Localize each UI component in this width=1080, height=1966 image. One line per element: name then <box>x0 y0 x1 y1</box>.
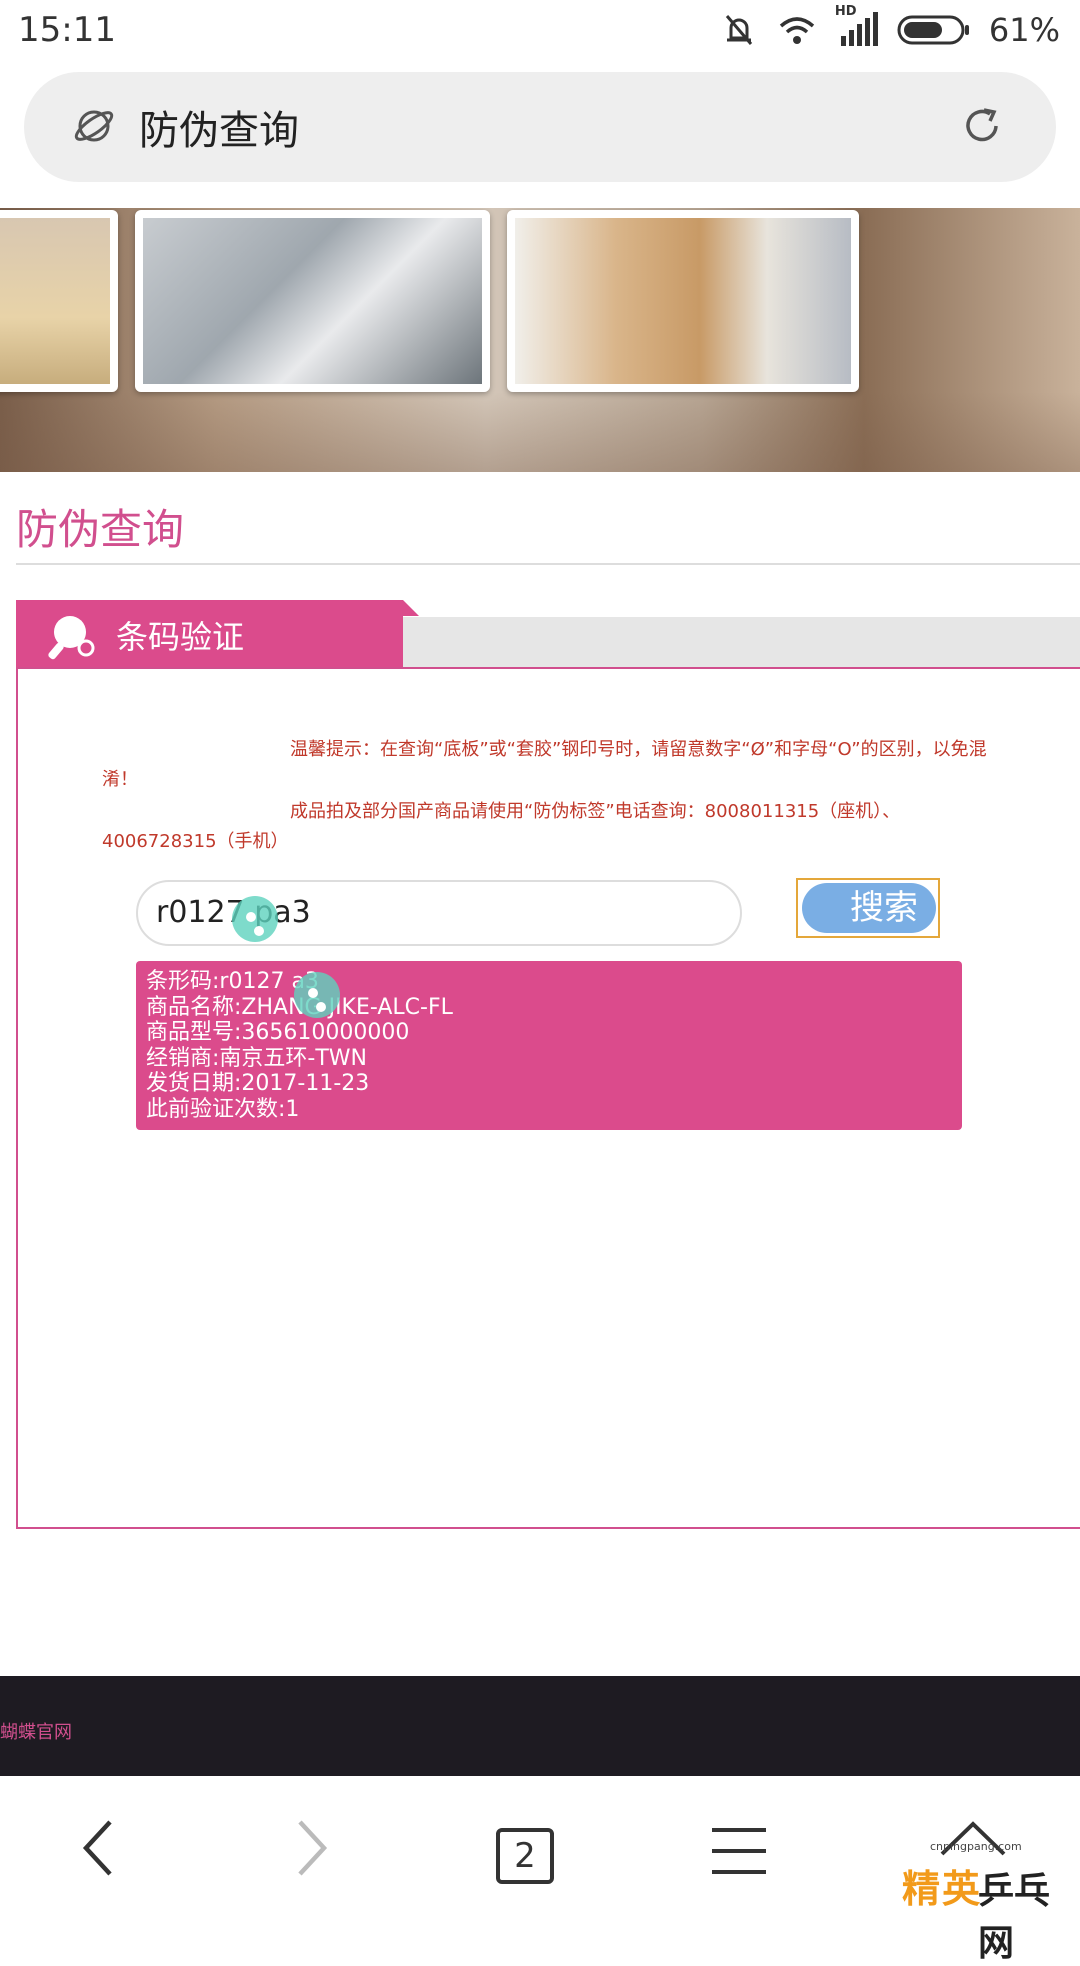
mute-bell-icon <box>725 15 753 45</box>
banner-image <box>0 208 1080 472</box>
wifi-icon <box>779 17 815 44</box>
touch-marker-icon <box>294 972 340 1018</box>
search-button-frame: 搜索 <box>796 878 940 938</box>
barcode-search-input[interactable]: r0127 pa3 <box>136 880 742 946</box>
battery-icon <box>897 15 969 45</box>
planet-icon <box>74 110 114 142</box>
result-dealer: 经销商:南京五环-TWN <box>146 1045 367 1071</box>
watermark-url: cnpingpang.com <box>930 1840 1022 1853</box>
address-bar[interactable]: 防伪查询 <box>24 72 1056 182</box>
divider <box>16 563 1080 565</box>
status-icons: HD 61% <box>719 4 1060 50</box>
ping-pong-paddle-icon <box>48 616 95 660</box>
banner-photo-workshop <box>507 210 859 392</box>
touch-marker-icon <box>232 896 278 942</box>
result-product-name: 商品名称:ZHANG JIKE-ALC-FL <box>146 994 453 1020</box>
battery-level: 61% <box>988 11 1060 49</box>
footer-link[interactable]: 蝴蝶官网 <box>0 1718 72 1744</box>
reload-icon[interactable] <box>960 104 1004 148</box>
verification-result: 条形码:r0127 a3 商品名称:ZHANG JIKE-ALC-FL 商品型号… <box>136 961 962 1130</box>
tab-barcode-verify[interactable]: 条码验证 <box>16 600 403 667</box>
result-ship-date: 发货日期:2017-11-23 <box>146 1071 370 1096</box>
search-button[interactable]: 搜索 <box>802 883 936 933</box>
result-verify-count: 此前验证次数:1 <box>146 1096 300 1122</box>
watermark-site: 乒乓网 <box>978 1871 1051 1964</box>
notice-text-1: 温馨提示：在查询“底板”或“套胶”钢印号时，请留意数字“Ø”和字母“O”的区别，… <box>102 739 987 790</box>
watermark-brand: 精英 <box>902 1867 983 1911</box>
forward-arrow-icon[interactable] <box>292 1816 332 1880</box>
site-footer: 蝴蝶官网 <box>0 1676 1080 1776</box>
back-arrow-icon[interactable] <box>78 1816 118 1880</box>
menu-icon[interactable] <box>712 1826 766 1876</box>
notice-text-2: 成品拍及部分国产商品请使用“防伪标签”电话查询：8008011315（座机）、4… <box>102 801 901 852</box>
result-model: 商品型号:365610000000 <box>146 1020 410 1045</box>
page-title[interactable]: 防伪查询 <box>139 98 299 156</box>
site-watermark: cnpingpang.com 精英 乒乓网 <box>898 1818 1070 1964</box>
page-heading: 防伪查询 <box>16 505 185 554</box>
signal-icon: HD <box>835 4 879 50</box>
result-barcode: 条形码:r0127 a3 <box>146 969 319 994</box>
status-time: 15:11 <box>18 10 116 50</box>
tabs-button[interactable]: 2 <box>496 1828 554 1884</box>
banner-photo-wood <box>0 210 118 392</box>
status-bar: 15:11 HD 61% <box>0 0 1080 62</box>
banner-photo-worker <box>135 210 490 392</box>
tab-label: 条码验证 <box>116 618 245 656</box>
